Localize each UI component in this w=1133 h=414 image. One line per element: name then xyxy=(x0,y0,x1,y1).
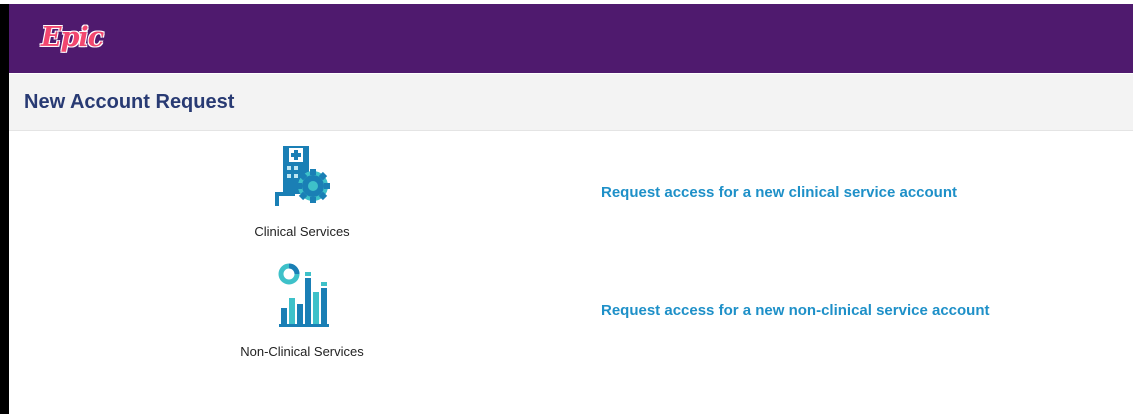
request-non-clinical-account-link[interactable]: Request access for a new non-clinical se… xyxy=(601,302,989,319)
window-left-border xyxy=(0,0,9,414)
non-clinical-services-card[interactable]: Non-Clinical Services xyxy=(202,262,402,362)
bar-chart-icon xyxy=(278,263,329,327)
non-clinical-services-label: Non-Clinical Services xyxy=(240,344,364,359)
page-title: New Account Request xyxy=(24,91,235,113)
clinical-services-label: Clinical Services xyxy=(254,224,350,239)
clinical-services-card[interactable]: Clinical Services xyxy=(202,140,402,250)
epic-logo: Epic xyxy=(41,22,104,53)
hospital-gear-icon xyxy=(275,146,330,206)
title-bar: New Account Request xyxy=(9,74,1133,131)
app-header: Epic xyxy=(9,4,1133,73)
request-clinical-account-link[interactable]: Request access for a new clinical servic… xyxy=(601,184,957,201)
